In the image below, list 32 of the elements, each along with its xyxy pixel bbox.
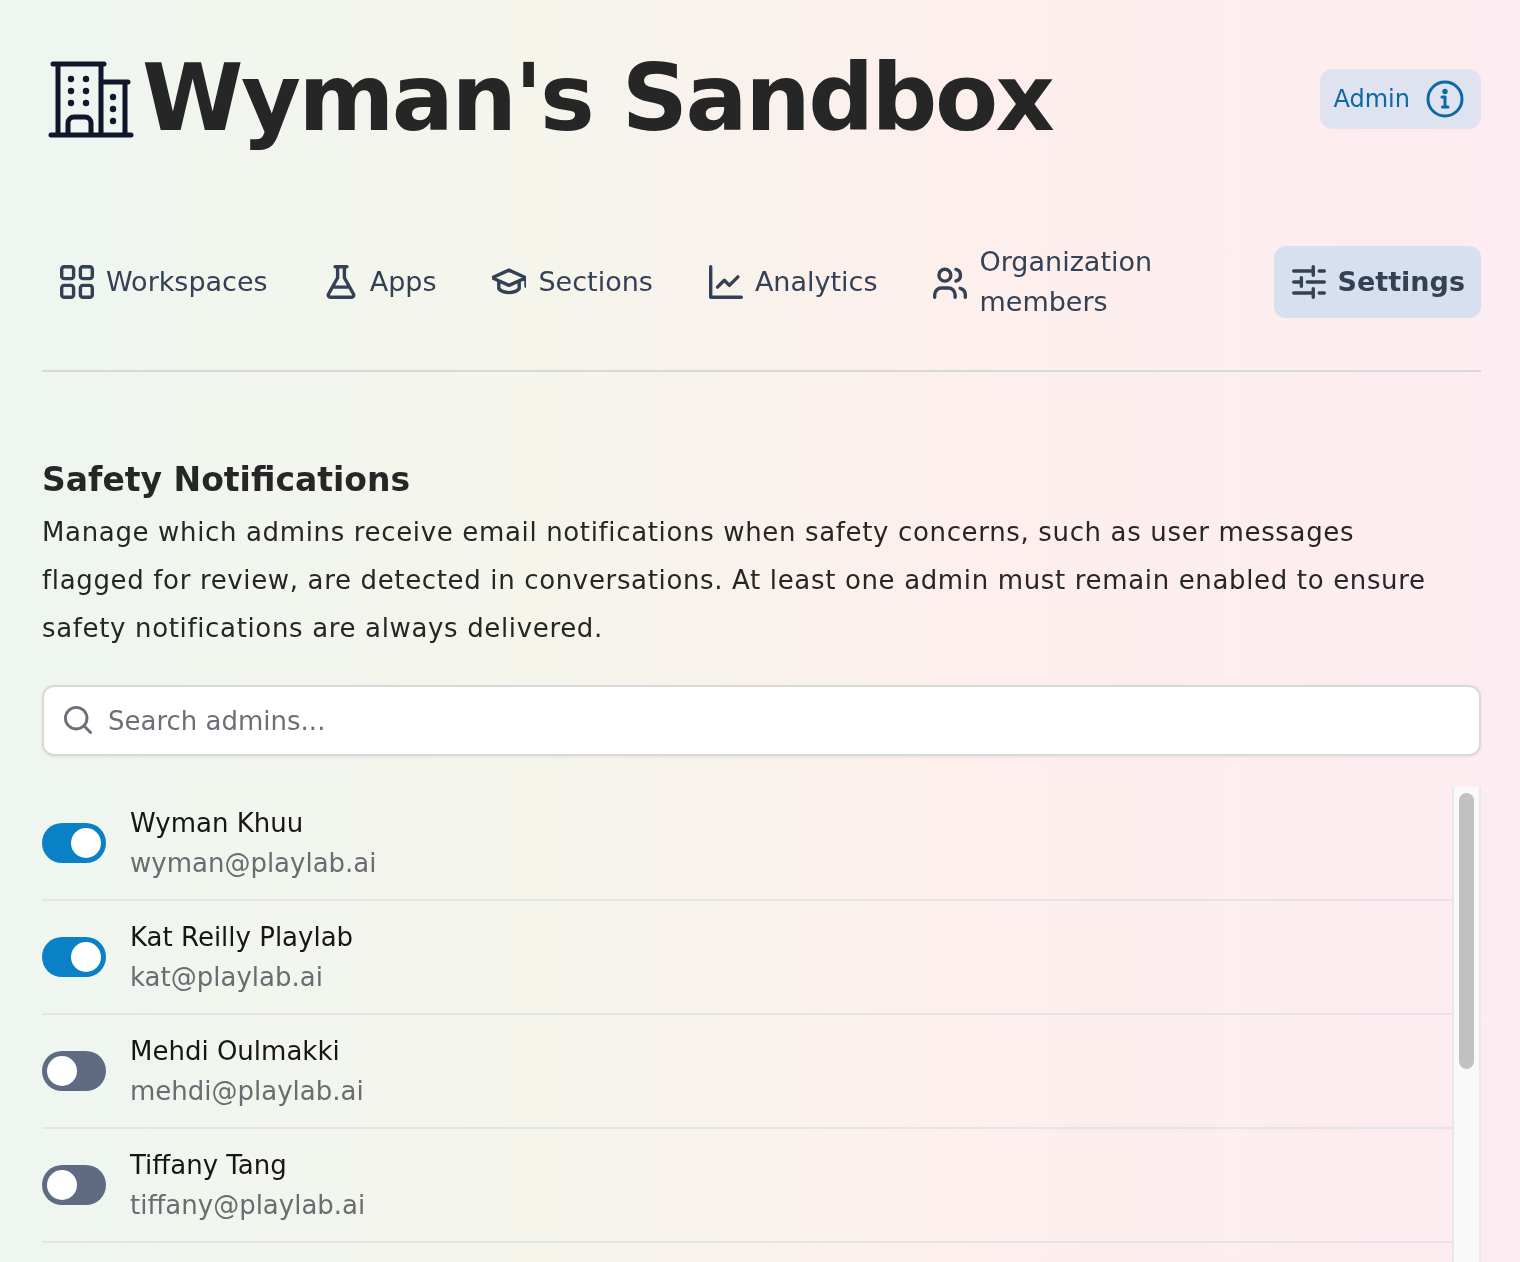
admin-email: mehdi@playlab.ai bbox=[130, 1075, 364, 1108]
nav-tab[interactable]: Organization members bbox=[915, 246, 1211, 318]
sliders-icon bbox=[1291, 265, 1326, 299]
toggle-switch[interactable] bbox=[42, 823, 106, 863]
nav-tab[interactable]: Analytics bbox=[690, 246, 894, 318]
admin-role-button[interactable]: Admin bbox=[1319, 69, 1481, 129]
search-icon bbox=[64, 706, 92, 734]
toggle-switch[interactable] bbox=[42, 1165, 106, 1205]
section-heading: Safety Notifications bbox=[42, 459, 412, 501]
nav-tab[interactable]: Workspaces bbox=[42, 246, 284, 318]
line-chart-icon bbox=[708, 265, 743, 299]
scrollbar-thumb[interactable] bbox=[1459, 793, 1474, 1069]
admin-email: kat@playlab.ai bbox=[130, 961, 324, 994]
grid-icon bbox=[60, 265, 94, 299]
info-icon bbox=[1426, 80, 1464, 118]
scrollbar[interactable] bbox=[1452, 787, 1481, 1262]
nav-tab[interactable]: Settings bbox=[1273, 246, 1481, 318]
toggle-switch[interactable] bbox=[42, 1051, 106, 1091]
admin-name: Tiffany Tang bbox=[130, 1149, 288, 1182]
admin-name: Kat Reilly Playlab bbox=[130, 921, 354, 954]
users-icon bbox=[933, 265, 968, 299]
admin-name: Mehdi Oulmakki bbox=[130, 1035, 341, 1068]
section-description: Manage which admins receive email notifications when safety concerns, such as user messages flagged for review, are detected in conversations. At least one admin must remain enabled to ensure safety notifications are always delivered. bbox=[42, 516, 1427, 645]
nav-tab[interactable]: Apps bbox=[305, 246, 453, 318]
toggle-switch[interactable] bbox=[42, 937, 106, 977]
search-field[interactable]: Search admins... bbox=[42, 685, 1481, 756]
admin-email: tiffany@playlab.ai bbox=[130, 1189, 366, 1222]
building-icon bbox=[48, 60, 134, 138]
admin-name: Wyman Khuu bbox=[130, 807, 305, 840]
admin-email: wyman@playlab.ai bbox=[130, 847, 377, 880]
nav-tab[interactable]: Sections bbox=[474, 246, 669, 318]
page-title: Wyman's Sandbox bbox=[142, 44, 1053, 154]
